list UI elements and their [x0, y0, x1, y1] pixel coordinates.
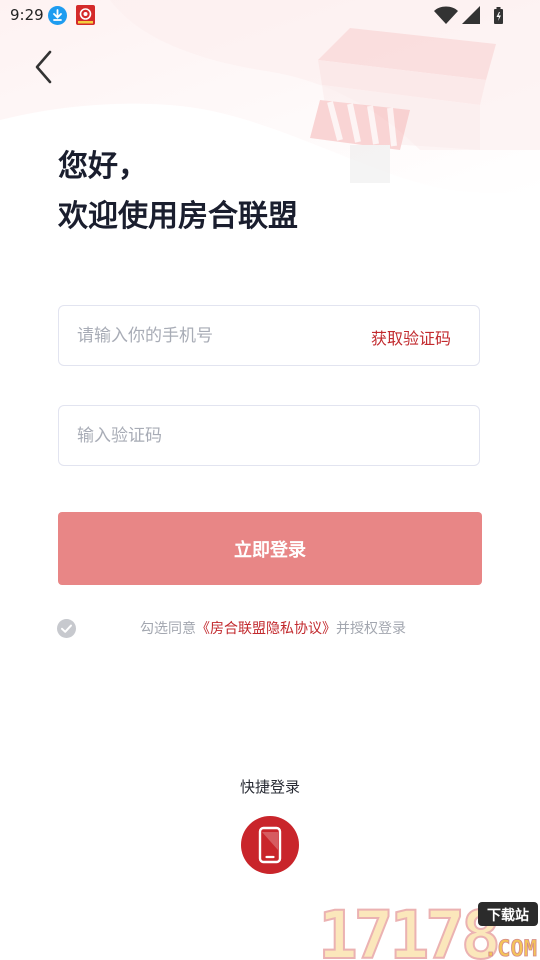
battery-icon: [494, 7, 503, 24]
quick-login-label: 快捷登录: [239, 778, 300, 796]
get-code-button[interactable]: 获取验证码: [371, 325, 451, 349]
privacy-policy-link[interactable]: 《房合联盟隐私协议》: [196, 621, 336, 637]
app-notification-icon: [76, 5, 95, 25]
watermark-number: 17178: [317, 900, 502, 960]
phone-input[interactable]: [77, 306, 357, 365]
agreement-prefix: 勾选同意: [140, 621, 196, 637]
greeting-title: 您好， 欢迎使用房合联盟: [58, 142, 298, 242]
greeting-line-1: 您好，: [58, 149, 148, 184]
login-button[interactable]: 立即登录: [58, 512, 482, 585]
agreement-suffix: 并授权登录: [336, 621, 406, 637]
greeting-line-2: 欢迎使用房合联盟: [58, 199, 298, 234]
back-button[interactable]: [26, 46, 64, 88]
site-watermark-logo: 17178 下载站 .COM: [317, 900, 538, 960]
verification-code-field: [58, 405, 480, 466]
download-notification-icon: [48, 6, 67, 25]
chevron-left-icon: [35, 50, 52, 84]
quick-login-phone-button[interactable]: [241, 816, 299, 874]
store-illustration: [310, 28, 496, 183]
watermark-domain: .COM: [484, 937, 537, 960]
watermark-tag: 下载站: [478, 902, 538, 926]
svg-text:下载站: 下载站: [487, 907, 529, 924]
checkmark-icon: [61, 624, 72, 633]
status-icons: [432, 5, 506, 25]
wifi-icon: [434, 6, 458, 24]
signal-icon: [462, 6, 480, 24]
phone-icon: [258, 826, 282, 864]
svg-text:17178: 17178: [318, 900, 497, 960]
agreement-checkbox[interactable]: [57, 619, 76, 638]
status-bar: 9:29: [0, 0, 540, 32]
status-time: 9:29: [10, 6, 44, 24]
phone-field: 获取验证码: [58, 305, 480, 366]
agreement-text: 勾选同意《房合联盟隐私协议》并授权登录: [140, 618, 406, 638]
verification-code-input[interactable]: [77, 406, 357, 465]
